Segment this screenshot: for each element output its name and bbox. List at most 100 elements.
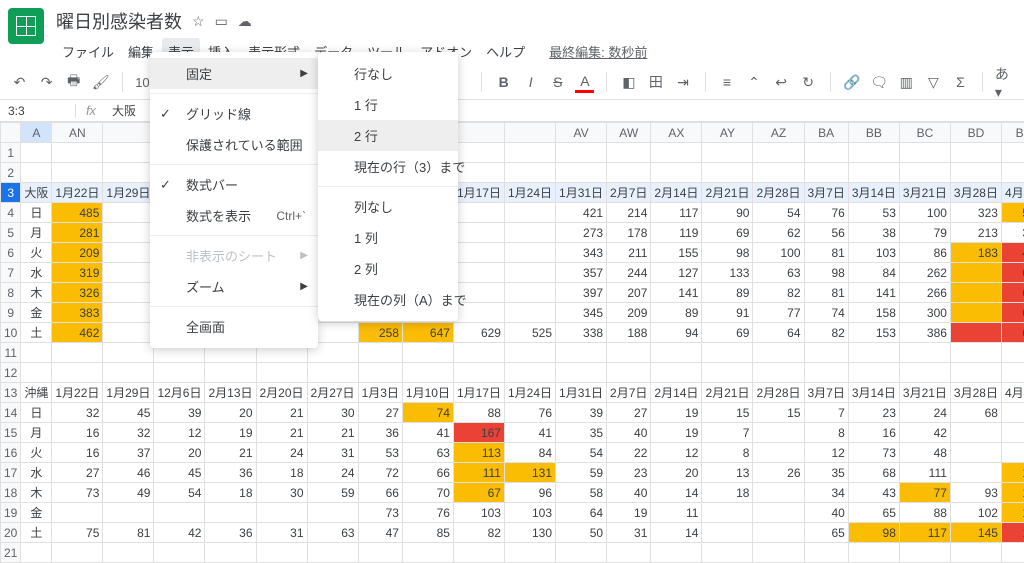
- cell[interactable]: 15: [702, 403, 753, 423]
- cell[interactable]: [651, 543, 702, 563]
- col-header[interactable]: A: [21, 123, 52, 143]
- cell[interactable]: [402, 363, 453, 383]
- row-header[interactable]: 19: [1, 503, 21, 523]
- cell[interactable]: [556, 363, 607, 383]
- menu-item-formulabar[interactable]: ✓数式バー: [150, 169, 318, 200]
- cell[interactable]: [154, 543, 205, 563]
- cell[interactable]: [899, 363, 950, 383]
- cell[interactable]: [205, 503, 256, 523]
- cell[interactable]: 341: [1001, 223, 1024, 243]
- menu-item-protected[interactable]: 保護されている範囲: [150, 129, 318, 160]
- cell[interactable]: [103, 503, 154, 523]
- cell[interactable]: 1月29日: [103, 383, 154, 403]
- halign-icon[interactable]: ≡: [717, 71, 736, 93]
- cell[interactable]: 153: [848, 323, 899, 343]
- cell[interactable]: [899, 543, 950, 563]
- cell[interactable]: [205, 363, 256, 383]
- cell[interactable]: [103, 363, 154, 383]
- cell[interactable]: 35: [556, 423, 607, 443]
- merge-icon[interactable]: ⇥: [673, 71, 692, 93]
- cell[interactable]: 69: [702, 323, 753, 343]
- cell[interactable]: 16: [52, 423, 103, 443]
- cell[interactable]: 432: [1001, 243, 1024, 263]
- row-header[interactable]: 10: [1, 323, 21, 343]
- cell[interactable]: [556, 543, 607, 563]
- cell[interactable]: [1001, 543, 1024, 563]
- cell[interactable]: 91: [702, 303, 753, 323]
- cell[interactable]: [753, 143, 804, 163]
- cell[interactable]: 3月7日: [804, 383, 848, 403]
- name-box[interactable]: 3:3: [8, 104, 76, 118]
- cell[interactable]: [753, 443, 804, 463]
- cell[interactable]: [402, 343, 453, 363]
- cell[interactable]: [504, 363, 555, 383]
- cell[interactable]: 24: [307, 463, 358, 483]
- cell[interactable]: 1月3日: [358, 383, 402, 403]
- print-icon[interactable]: 🖶: [64, 71, 83, 93]
- cell[interactable]: 49: [103, 483, 154, 503]
- cell[interactable]: 462: [52, 323, 103, 343]
- cell[interactable]: 74: [402, 403, 453, 423]
- cell[interactable]: [504, 543, 555, 563]
- cell[interactable]: 1月29日: [103, 183, 154, 203]
- cell[interactable]: [950, 263, 1001, 283]
- cell[interactable]: 326: [52, 283, 103, 303]
- cell[interactable]: [154, 503, 205, 523]
- cell[interactable]: 421: [556, 203, 607, 223]
- cell[interactable]: 258: [358, 323, 402, 343]
- cell[interactable]: 日: [21, 403, 52, 423]
- cell[interactable]: 19: [205, 423, 256, 443]
- cell[interactable]: 273: [556, 223, 607, 243]
- cell[interactable]: 131: [504, 463, 555, 483]
- cell[interactable]: [651, 163, 702, 183]
- cell[interactable]: 21: [205, 443, 256, 463]
- cell[interactable]: [950, 303, 1001, 323]
- cell[interactable]: 45: [154, 463, 205, 483]
- cell[interactable]: 3月21日: [899, 383, 950, 403]
- cell[interactable]: 167: [453, 423, 504, 443]
- cell[interactable]: [453, 223, 504, 243]
- cell[interactable]: [1001, 163, 1024, 183]
- cell[interactable]: 54: [556, 443, 607, 463]
- cell[interactable]: 155: [651, 243, 702, 263]
- cell[interactable]: 100: [753, 243, 804, 263]
- menu-item-cols-none[interactable]: 列なし: [318, 191, 458, 222]
- cell[interactable]: 42: [154, 523, 205, 543]
- cell[interactable]: [848, 543, 899, 563]
- cell[interactable]: 12: [154, 423, 205, 443]
- cell[interactable]: [504, 223, 555, 243]
- cell[interactable]: 27: [358, 403, 402, 423]
- row-header[interactable]: 15: [1, 423, 21, 443]
- cell[interactable]: 50: [1001, 423, 1024, 443]
- cell[interactable]: 65: [848, 503, 899, 523]
- cell[interactable]: 525: [504, 323, 555, 343]
- cell[interactable]: [950, 463, 1001, 483]
- cell[interactable]: [52, 543, 103, 563]
- cell[interactable]: 98: [804, 263, 848, 283]
- cell[interactable]: 345: [556, 303, 607, 323]
- cell[interactable]: 1月17日: [453, 183, 504, 203]
- col-header[interactable]: BE: [1001, 123, 1024, 143]
- cell[interactable]: 40: [607, 423, 651, 443]
- cell[interactable]: 1月10日: [402, 383, 453, 403]
- cell[interactable]: 20: [154, 443, 205, 463]
- cell[interactable]: [607, 163, 651, 183]
- menu-item-current-row[interactable]: 現在の行（3）まで: [318, 151, 458, 182]
- cell[interactable]: [256, 503, 307, 523]
- cell[interactable]: 2月27日: [307, 383, 358, 403]
- cell[interactable]: [848, 143, 899, 163]
- cell[interactable]: 616: [1001, 283, 1024, 303]
- cell[interactable]: [256, 363, 307, 383]
- cell[interactable]: [950, 443, 1001, 463]
- cell[interactable]: 111: [453, 463, 504, 483]
- cell[interactable]: 14: [651, 483, 702, 503]
- cell[interactable]: 300: [899, 303, 950, 323]
- row-header[interactable]: 17: [1, 463, 21, 483]
- cell[interactable]: 8: [804, 423, 848, 443]
- cell[interactable]: 月: [21, 223, 52, 243]
- cell[interactable]: 76: [402, 503, 453, 523]
- row-header[interactable]: 16: [1, 443, 21, 463]
- col-header[interactable]: [1, 123, 21, 143]
- menu-item-fullscreen[interactable]: 全画面: [150, 311, 318, 342]
- cell[interactable]: 88: [453, 403, 504, 423]
